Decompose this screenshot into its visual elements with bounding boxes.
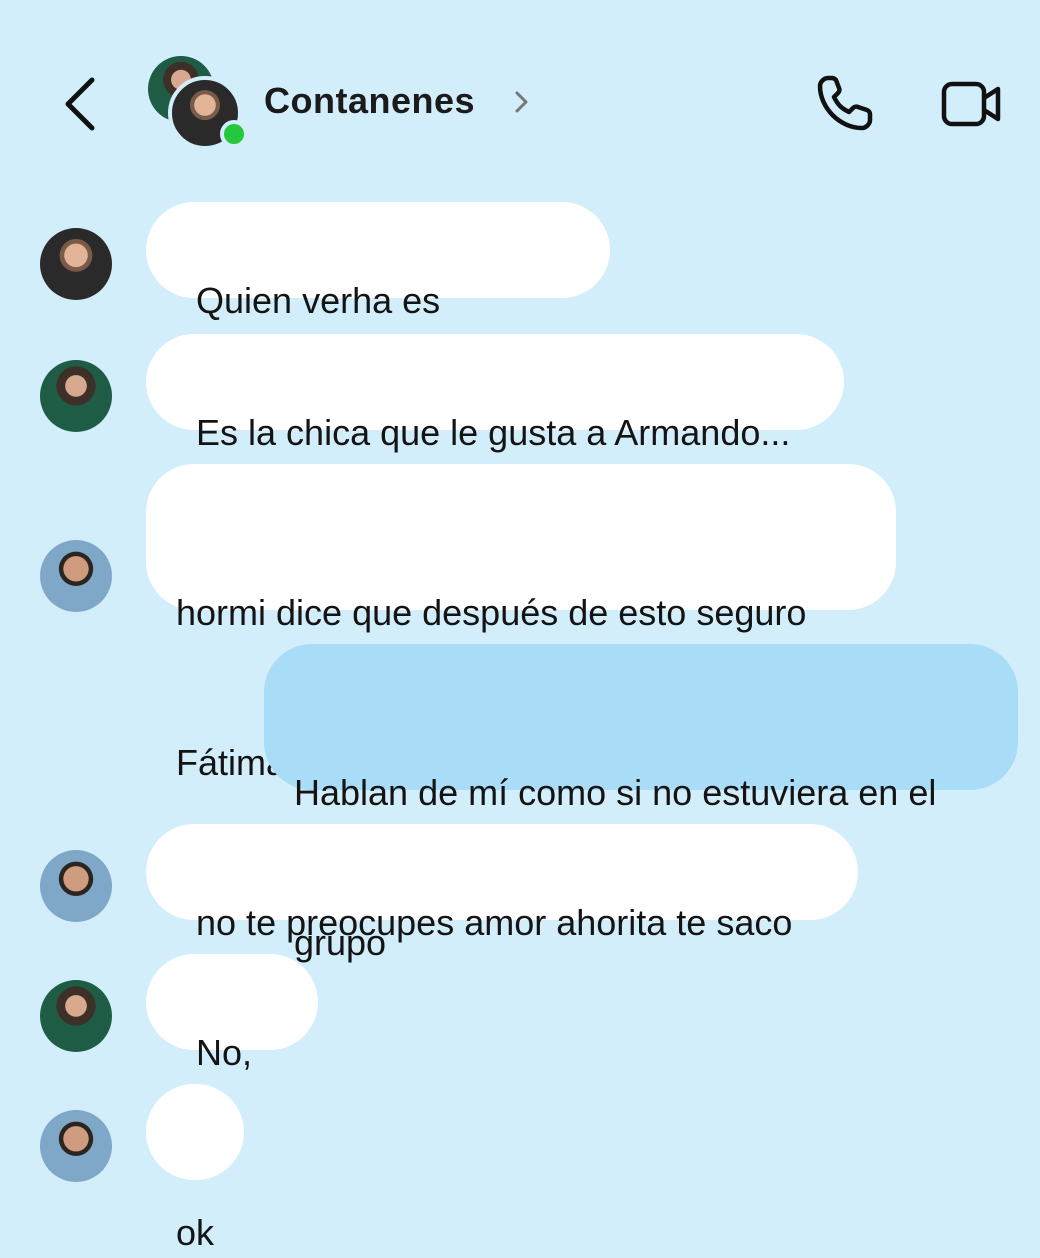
message-bubble[interactable]: ok <box>146 1084 244 1253</box>
message-bubble-outgoing[interactable]: Hablan de mí como si no estuviera en el … <box>264 644 1018 963</box>
message-text-line: hormi dice que después de esto seguro <box>176 592 807 633</box>
message-text-line: Hablan de mí como si no estuviera en el <box>294 772 937 813</box>
avatar[interactable] <box>40 540 112 612</box>
message-bubble[interactable]: hormi dice que después de esto seguro Fá… <box>146 464 896 783</box>
voice-call-button[interactable] <box>814 72 876 134</box>
message-text: Es la chica que le gusta a Armando... <box>196 412 791 453</box>
avatar[interactable] <box>40 228 112 300</box>
message-bubble[interactable]: Quien verha es Fátima? <box>146 202 610 371</box>
chat-header: Contanenes <box>0 0 1040 200</box>
message-bubble[interactable]: no te preocupes amor ahorita te saco <box>146 824 858 943</box>
message-bubble[interactable]: No, Gil <box>146 954 318 1123</box>
group-avatar[interactable] <box>148 56 248 152</box>
chevron-right-icon <box>515 91 528 113</box>
avatar[interactable] <box>40 980 112 1052</box>
group-name[interactable]: Contanenes <box>264 80 475 122</box>
phone-icon <box>817 75 873 131</box>
chevron-left-icon <box>65 77 95 131</box>
online-status-dot <box>220 120 248 148</box>
video-camera-icon <box>941 81 1001 127</box>
message-text: ok <box>176 1212 215 1253</box>
video-call-button[interactable] <box>940 78 1004 130</box>
avatar[interactable] <box>40 1110 112 1182</box>
message-text: no te preocupes amor ahorita te saco <box>196 902 793 943</box>
back-button[interactable] <box>58 72 106 136</box>
message-bubble[interactable]: Es la chica que le gusta a Armando... <box>146 334 844 453</box>
avatar[interactable] <box>40 850 112 922</box>
avatar[interactable] <box>40 360 112 432</box>
